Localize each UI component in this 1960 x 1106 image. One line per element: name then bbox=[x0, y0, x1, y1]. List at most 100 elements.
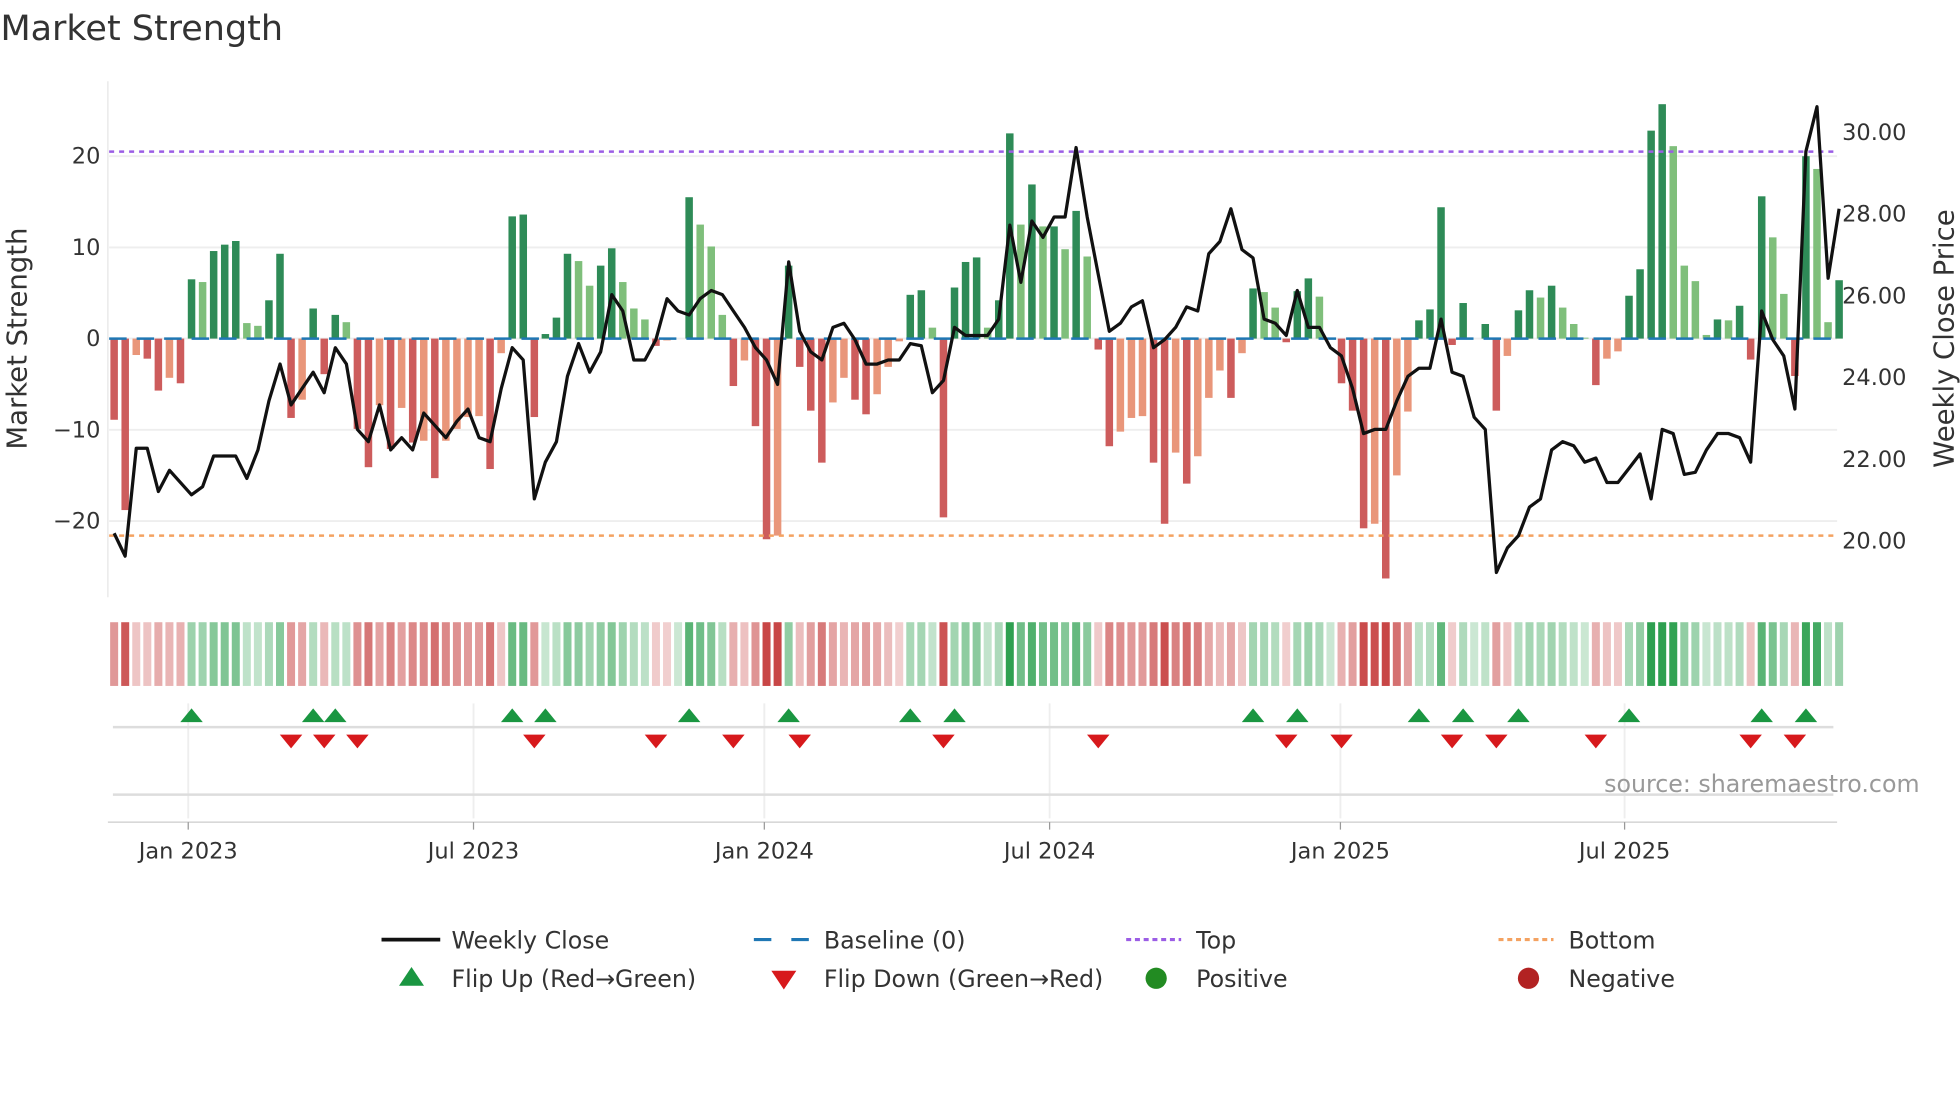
strength-bar bbox=[519, 214, 528, 339]
strip-cell bbox=[331, 622, 340, 686]
strength-bar bbox=[1304, 278, 1313, 339]
strip-cell bbox=[530, 622, 539, 686]
chart-title: Market Strength bbox=[0, 9, 283, 49]
strength-bar bbox=[1647, 130, 1655, 339]
strength-bar bbox=[1780, 293, 1788, 339]
strip-cell bbox=[1072, 622, 1081, 686]
strip-cell bbox=[1005, 622, 1014, 686]
strength-bar bbox=[342, 322, 351, 339]
strength-bar bbox=[1769, 237, 1777, 339]
strip-cell bbox=[1370, 622, 1379, 686]
strip-cell bbox=[939, 622, 948, 686]
legend-item-top: Top bbox=[1126, 926, 1236, 954]
strength-bar bbox=[154, 338, 163, 391]
strength-bar bbox=[530, 338, 539, 418]
strength-bar bbox=[187, 279, 196, 339]
legend-item-bottom: Bottom bbox=[1498, 926, 1655, 954]
flip-up-marker bbox=[324, 708, 347, 723]
strength-bar bbox=[862, 338, 870, 415]
strip-cell bbox=[663, 622, 672, 686]
strength-bar bbox=[508, 216, 516, 339]
flip-up-marker bbox=[180, 708, 203, 723]
strip-cell bbox=[1536, 622, 1545, 686]
strength-heat-strip bbox=[110, 622, 1844, 686]
y-tick-label: 10 bbox=[72, 235, 101, 261]
strip-cell bbox=[928, 622, 937, 686]
strip-cell bbox=[1425, 622, 1434, 686]
strength-bar bbox=[718, 314, 727, 339]
strip-cell bbox=[209, 622, 218, 686]
strip-cell bbox=[1282, 622, 1291, 686]
legend-label: Bottom bbox=[1568, 926, 1655, 954]
x-tick-label: Jan 2024 bbox=[713, 838, 814, 864]
x-tick-label: Jan 2025 bbox=[1289, 838, 1390, 864]
x-axis-ticks: Jan 2023 Jul 2023 Jan 2024 Jul 2024 Jan 2025… bbox=[137, 822, 1670, 864]
strength-bar bbox=[1614, 338, 1622, 352]
y2-tick-label: 26.00 bbox=[1842, 283, 1906, 309]
strength-bar bbox=[917, 290, 926, 339]
strip-cell bbox=[1492, 622, 1501, 686]
strength-bar bbox=[1415, 320, 1423, 339]
strip-cell bbox=[176, 622, 185, 686]
strength-bar bbox=[1216, 338, 1224, 371]
strength-bar bbox=[254, 325, 262, 339]
strip-cell bbox=[1348, 622, 1357, 686]
strip-cell bbox=[1602, 622, 1611, 686]
strip-cell bbox=[806, 622, 815, 686]
legend: Weekly Close Baseline (0) Top Bottom Flip Up… bbox=[381, 926, 1675, 993]
legend-item-flip_down: Flip Down (Green→Red) bbox=[771, 965, 1103, 993]
strip-cell bbox=[486, 622, 495, 686]
strength-bar bbox=[1171, 338, 1180, 453]
strength-bar bbox=[143, 338, 152, 359]
strip-cell bbox=[895, 622, 904, 686]
strip-cell bbox=[817, 622, 826, 686]
strength-bar bbox=[1282, 338, 1290, 343]
strip-cell bbox=[430, 622, 439, 686]
strength-bar bbox=[1503, 338, 1512, 356]
flip-down-marker bbox=[644, 734, 668, 749]
flip-up-marker bbox=[1507, 708, 1530, 723]
source-label: source: sharemaestro.com bbox=[1604, 770, 1919, 798]
strip-cell bbox=[1790, 622, 1799, 686]
strip-cell bbox=[220, 622, 229, 686]
strip-cell bbox=[1226, 622, 1235, 686]
strip-cell bbox=[1249, 622, 1258, 686]
strip-cell bbox=[1027, 622, 1036, 686]
strip-cell bbox=[1580, 622, 1589, 686]
strip-cell bbox=[1038, 622, 1047, 686]
strength-bar bbox=[475, 338, 483, 417]
strip-cell bbox=[1680, 622, 1689, 686]
strength-bar bbox=[375, 338, 384, 406]
strip-cell bbox=[552, 622, 561, 686]
strip-cell bbox=[198, 622, 207, 686]
strip-cell bbox=[862, 622, 871, 686]
flip-down-marker bbox=[1783, 734, 1807, 749]
strip-cell bbox=[873, 622, 882, 686]
strength-bar bbox=[696, 224, 704, 339]
strength-bar bbox=[1536, 297, 1545, 339]
strip-cell bbox=[1127, 622, 1136, 686]
strength-bar bbox=[1094, 338, 1103, 350]
strip-cell bbox=[1260, 622, 1269, 686]
strength-bar bbox=[276, 253, 284, 339]
strip-cell bbox=[242, 622, 251, 686]
strength-bar bbox=[1514, 310, 1523, 339]
strip-cell bbox=[1757, 622, 1766, 686]
strength-bar bbox=[232, 241, 240, 339]
strip-cell bbox=[1503, 622, 1512, 686]
strength-bar bbox=[740, 338, 749, 361]
strength-bar bbox=[895, 338, 903, 342]
strength-bar bbox=[209, 251, 218, 339]
strip-cell bbox=[1647, 622, 1656, 686]
strip-cell bbox=[452, 622, 461, 686]
strip-cell bbox=[154, 622, 163, 686]
strength-bar bbox=[1138, 338, 1147, 417]
legend-label: Top bbox=[1195, 926, 1236, 954]
strip-cell bbox=[972, 622, 981, 686]
strip-cell bbox=[508, 622, 517, 686]
y-tick-label: 0 bbox=[86, 326, 100, 352]
strength-bar bbox=[928, 327, 937, 339]
strength-bar bbox=[729, 338, 738, 387]
strip-cell bbox=[718, 622, 727, 686]
strength-bar bbox=[121, 338, 129, 511]
